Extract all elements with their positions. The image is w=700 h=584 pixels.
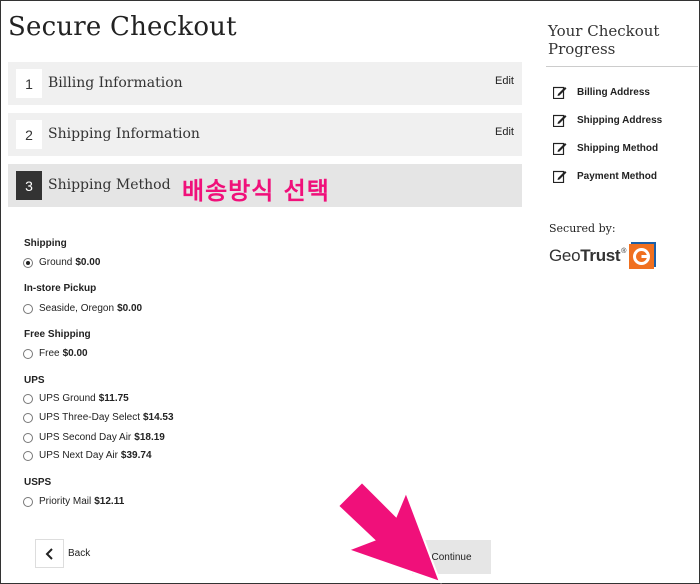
radio-button[interactable] xyxy=(23,303,33,314)
step-number: 2 xyxy=(16,120,42,149)
option-price: $0.00 xyxy=(117,303,143,314)
shipping-option[interactable]: Free $0.00 xyxy=(23,348,88,359)
option-price: $39.74 xyxy=(120,450,152,461)
step-number: 1 xyxy=(16,69,42,98)
option-name: Ground xyxy=(39,257,73,268)
option-price: $11.75 xyxy=(98,393,129,404)
step-label: Shipping Method xyxy=(48,177,171,193)
step-shipping-information[interactable]: 2 Shipping Information Edit xyxy=(8,113,522,156)
page-title: Secure Checkout xyxy=(8,12,237,42)
back-label[interactable]: Back xyxy=(68,548,90,559)
progress-item-payment-method: Payment Method xyxy=(553,169,657,183)
geotrust-logo: GeoTrust ® xyxy=(549,242,657,269)
progress-item-shipping-address: Shipping Address xyxy=(553,113,662,127)
group-title-in-store-pickup: In-store Pickup xyxy=(24,283,97,294)
progress-item-billing-address: Billing Address xyxy=(553,85,650,99)
shipping-option[interactable]: Seaside, Oregon $0.00 xyxy=(23,303,142,314)
step-number: 3 xyxy=(16,171,42,200)
option-price: $0.00 xyxy=(62,348,88,359)
option-name: Priority Mail xyxy=(39,496,92,507)
option-name: UPS Second Day Air xyxy=(39,432,132,443)
shipping-option[interactable]: UPS Ground $11.75 xyxy=(23,393,129,404)
annotation-text: 배송방식 선택 xyxy=(182,177,330,205)
shipping-option[interactable]: UPS Second Day Air $18.19 xyxy=(23,432,165,443)
option-price: $18.19 xyxy=(134,432,165,443)
option-price: $12.11 xyxy=(94,496,125,507)
step-billing-information[interactable]: 1 Billing Information Edit xyxy=(8,62,522,105)
shipping-option[interactable]: UPS Three-Day Select $14.53 xyxy=(23,412,174,423)
radio-button[interactable] xyxy=(23,412,33,423)
back-button[interactable] xyxy=(35,539,64,568)
shipping-option[interactable]: UPS Next Day Air $39.74 xyxy=(23,450,152,461)
sidebar-title: Your Checkout Progress xyxy=(548,22,660,58)
secured-by-label: Secured by: xyxy=(549,222,616,235)
group-title-ups: UPS xyxy=(24,375,45,386)
progress-item-label: Billing Address xyxy=(577,86,650,98)
pencil-edit-icon xyxy=(553,170,567,183)
pencil-edit-icon xyxy=(553,86,567,99)
option-price: $0.00 xyxy=(75,257,101,268)
shipping-option[interactable]: Ground $0.00 xyxy=(23,257,100,268)
radio-button[interactable] xyxy=(23,393,33,404)
option-name: UPS Three-Day Select xyxy=(39,412,140,423)
pencil-edit-icon xyxy=(553,142,567,155)
option-price: $14.53 xyxy=(142,412,174,423)
edit-shipping-link[interactable]: Edit xyxy=(495,126,514,138)
step-label: Shipping Information xyxy=(48,126,200,142)
group-title-free-shipping: Free Shipping xyxy=(24,329,91,340)
chevron-left-icon xyxy=(45,547,53,560)
group-title-usps: USPS xyxy=(24,477,52,488)
shipping-option[interactable]: Priority Mail $12.11 xyxy=(23,496,124,507)
edit-billing-link[interactable]: Edit xyxy=(495,75,514,87)
pointing-arrow-icon xyxy=(336,480,442,584)
group-title-shipping: Shipping xyxy=(24,238,67,249)
sidebar-divider xyxy=(546,66,698,67)
option-name: Free xyxy=(39,348,60,359)
progress-item-label: Shipping Method xyxy=(577,142,659,154)
radio-button[interactable] xyxy=(23,348,33,359)
registered-mark: ® xyxy=(621,248,627,255)
pencil-edit-icon xyxy=(553,114,567,127)
radio-button[interactable] xyxy=(23,496,33,507)
progress-item-label: Payment Method xyxy=(577,170,658,182)
radio-button[interactable] xyxy=(23,432,33,443)
radio-button-checked[interactable] xyxy=(23,257,33,268)
radio-button[interactable] xyxy=(23,450,33,461)
step-label: Billing Information xyxy=(48,75,183,91)
geotrust-seal-icon xyxy=(629,242,657,269)
geotrust-word: GeoTrust xyxy=(549,245,621,265)
progress-item-shipping-method: Shipping Method xyxy=(553,141,658,155)
option-name: UPS Next Day Air xyxy=(39,450,118,461)
progress-item-label: Shipping Address xyxy=(577,114,663,126)
option-name: Seaside, Oregon xyxy=(39,303,115,314)
option-name: UPS Ground xyxy=(39,393,96,404)
